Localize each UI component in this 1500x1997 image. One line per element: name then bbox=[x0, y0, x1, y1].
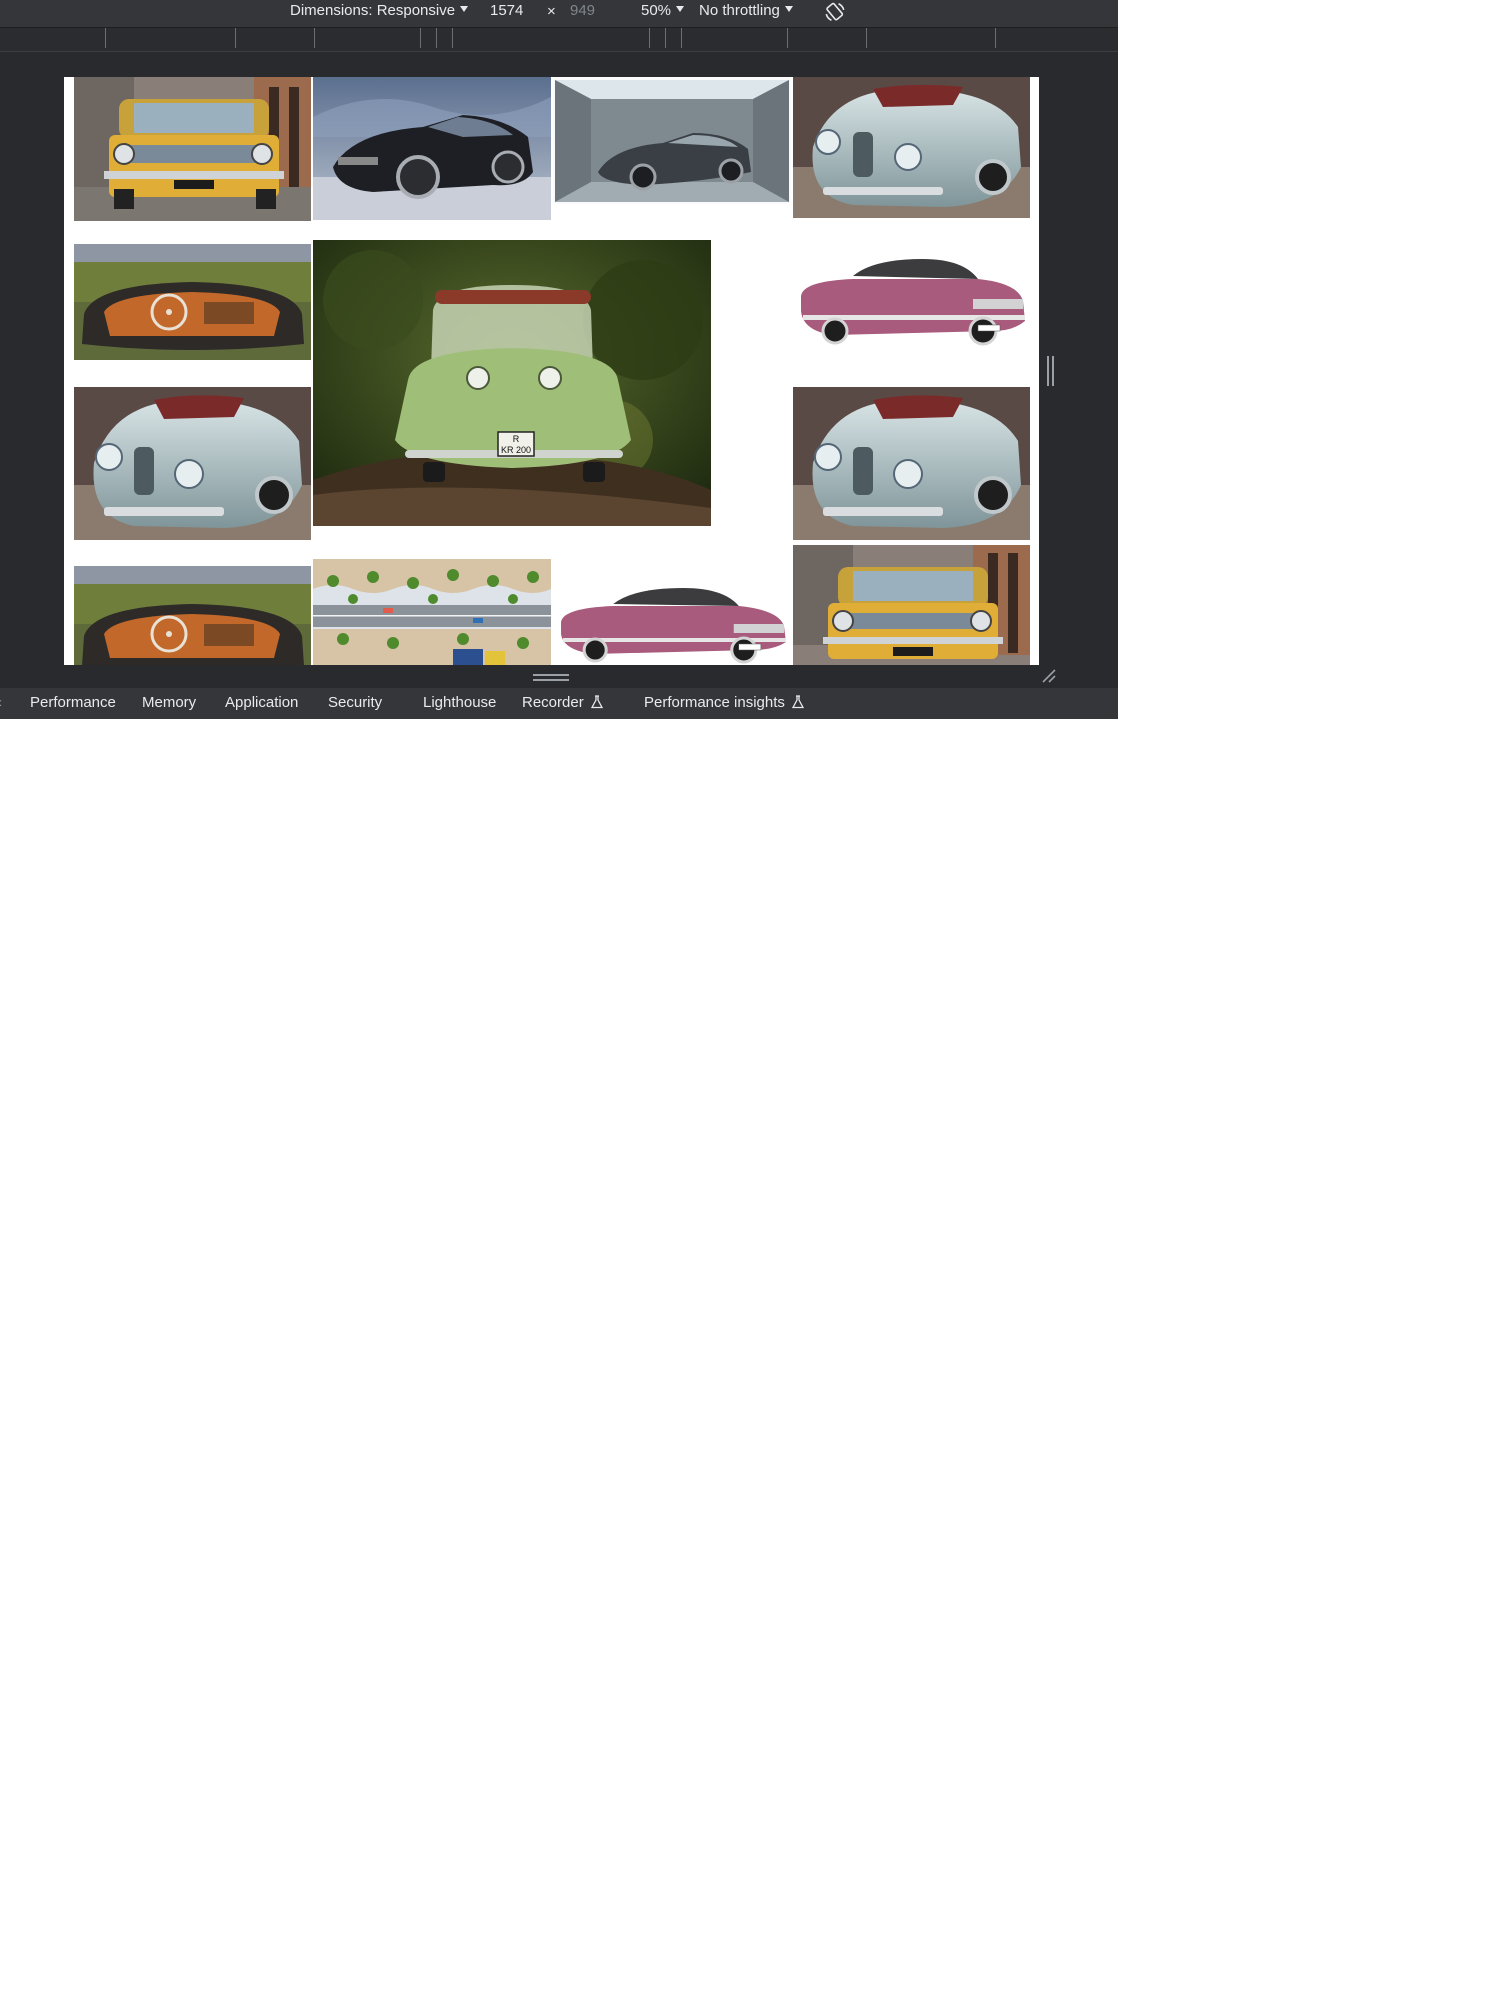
tab-recorder-label: Recorder bbox=[522, 694, 584, 711]
gallery-image-silver-convertible[interactable] bbox=[793, 77, 1030, 218]
ruler-tick bbox=[452, 28, 453, 48]
zoom-dropdown[interactable]: 50% bbox=[641, 0, 685, 22]
times-symbol: × bbox=[547, 3, 556, 20]
rotate-icon[interactable] bbox=[822, 0, 848, 24]
width-input[interactable]: 1574 bbox=[490, 0, 523, 22]
device-viewport[interactable]: R KR 200 bbox=[64, 77, 1039, 665]
device-toolbar: Dimensions: Responsive 1574 × 949 50% No… bbox=[0, 0, 1118, 28]
corner-resize-handle[interactable] bbox=[1041, 668, 1057, 684]
ruler-tick bbox=[681, 28, 682, 48]
ruler-tick bbox=[314, 28, 315, 48]
media-query-ruler[interactable] bbox=[0, 28, 1118, 52]
gallery-image-pink-coupe[interactable] bbox=[553, 582, 791, 665]
ruler-tick bbox=[787, 28, 788, 48]
gallery-image-yellow-lada[interactable] bbox=[74, 77, 311, 221]
license-plate-line-2: KR 200 bbox=[501, 445, 531, 455]
tab-application[interactable]: Application bbox=[225, 688, 298, 718]
tab-recorder[interactable]: Recorder bbox=[522, 688, 603, 718]
gallery-image-pink-coupe[interactable] bbox=[793, 251, 1030, 355]
ruler-tick bbox=[649, 28, 650, 48]
chevron-down-icon bbox=[676, 6, 685, 12]
dimensions-label: Dimensions: Responsive bbox=[290, 2, 456, 19]
ruler-tick bbox=[866, 28, 867, 48]
gallery-image-silver-convertible[interactable] bbox=[74, 387, 311, 540]
gallery-image-yellow-lada[interactable] bbox=[793, 545, 1030, 665]
gallery-image-aerial-palm-road[interactable] bbox=[313, 559, 551, 665]
throttling-label: No throttling bbox=[699, 2, 780, 19]
tab-performance[interactable]: Performance bbox=[30, 688, 116, 718]
bottom-resize-handle[interactable] bbox=[533, 674, 569, 682]
chevron-down-icon bbox=[460, 6, 469, 12]
ruler-tick bbox=[235, 28, 236, 48]
gallery-image-convertible-interior[interactable] bbox=[74, 566, 311, 665]
zoom-label: 50% bbox=[641, 2, 672, 19]
gallery-image-silver-convertible[interactable] bbox=[793, 387, 1030, 540]
flask-icon bbox=[791, 695, 804, 709]
gallery-image-convertible-interior[interactable] bbox=[74, 244, 311, 360]
tabs-overflow-chevron-icon[interactable]: ‹ bbox=[0, 688, 2, 718]
throttling-dropdown[interactable]: No throttling bbox=[699, 0, 793, 22]
tab-performance-insights[interactable]: Performance insights bbox=[644, 688, 804, 718]
dimensions-dropdown[interactable]: Dimensions: Responsive bbox=[290, 0, 469, 22]
gallery-image-green-bubble-car[interactable]: R KR 200 bbox=[313, 240, 711, 526]
ruler-tick bbox=[105, 28, 106, 48]
ruler-tick bbox=[995, 28, 996, 48]
devtools-tab-bar: ‹ Performance Memory Application Securit… bbox=[0, 688, 1118, 719]
devtools-window: Dimensions: Responsive 1574 × 949 50% No… bbox=[0, 0, 1118, 719]
height-input[interactable]: 949 bbox=[570, 0, 595, 22]
ruler-tick bbox=[436, 28, 437, 48]
tab-security[interactable]: Security bbox=[328, 688, 382, 718]
flask-icon bbox=[590, 695, 603, 709]
tab-performance-insights-label: Performance insights bbox=[644, 694, 785, 711]
tab-memory[interactable]: Memory bbox=[142, 688, 196, 718]
ruler-tick bbox=[420, 28, 421, 48]
chevron-down-icon bbox=[784, 6, 793, 12]
ruler-tick bbox=[665, 28, 666, 48]
gallery-image-black-mustang[interactable] bbox=[313, 77, 551, 220]
gallery-image-grey-maserati[interactable] bbox=[553, 77, 791, 204]
right-resize-handle[interactable] bbox=[1047, 356, 1054, 386]
tab-lighthouse[interactable]: Lighthouse bbox=[423, 688, 496, 718]
license-plate-line-1: R bbox=[513, 434, 520, 444]
